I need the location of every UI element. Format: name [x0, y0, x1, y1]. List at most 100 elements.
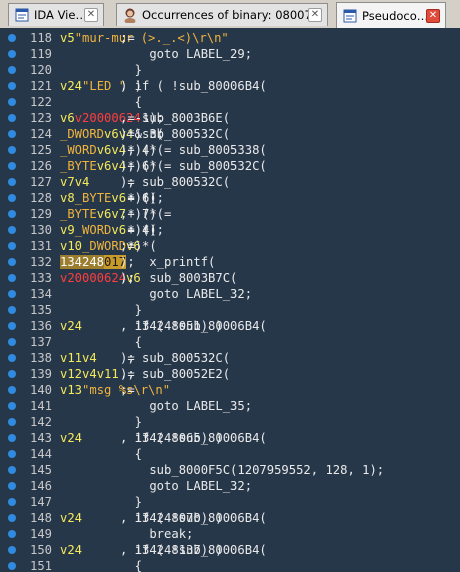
- breakpoint-dot-icon[interactable]: [8, 242, 16, 250]
- code-line[interactable]: 134 goto LABEL_32;: [0, 286, 460, 302]
- breakpoint-dot-icon[interactable]: [8, 130, 16, 138]
- breakpoint-dot-icon[interactable]: [8, 402, 16, 410]
- code-text: *(_BYTE *)(v6 + 7) = v7;: [60, 206, 171, 222]
- code-line[interactable]: 150 if ( !sub_80006B4(v24, 134248137) ): [0, 542, 460, 558]
- code-token: ) ): [120, 79, 143, 93]
- code-line[interactable]: 144 {: [0, 446, 460, 462]
- breakpoint-dot-icon[interactable]: [8, 514, 16, 522]
- breakpoint-dot-icon[interactable]: [8, 562, 16, 570]
- code-token: , -1);: [120, 111, 165, 125]
- code-line[interactable]: 127 v7 = sub_800532C(v4);: [0, 174, 460, 190]
- breakpoint-dot-icon[interactable]: [8, 66, 16, 74]
- tab-occurrences[interactable]: Occurrences of binary: 08007… ✕: [116, 3, 328, 26]
- code-token: v10: [60, 239, 83, 253]
- code-line[interactable]: 136 if ( !sub_80006B4(v24, 134248051) ): [0, 318, 460, 334]
- code-line[interactable]: 147 }: [0, 494, 460, 510]
- breakpoint-dot-icon[interactable]: [8, 546, 16, 554]
- code-token: v24: [60, 511, 83, 525]
- tab-ida-view[interactable]: IDA Vie… ✕: [8, 3, 104, 26]
- line-number: 144: [29, 447, 52, 461]
- code-line[interactable]: 131 v10 = *(_DWORD *) v6;: [0, 238, 460, 254]
- breakpoint-dot-icon[interactable]: [8, 498, 16, 506]
- breakpoint-dot-icon[interactable]: [8, 386, 16, 394]
- code-line[interactable]: 149 break;: [0, 526, 460, 542]
- code-token: goto LABEL_35;: [120, 399, 253, 413]
- breakpoint-dot-icon[interactable]: [8, 482, 16, 490]
- code-line[interactable]: 151 {: [0, 558, 460, 572]
- close-icon[interactable]: ✕: [308, 8, 322, 22]
- code-token: );: [120, 271, 135, 285]
- code-line[interactable]: 128 v8 = *(_BYTE *)(v6 + 6);: [0, 190, 460, 206]
- code-token: , 134248051) ): [120, 319, 223, 333]
- code-token: goto LABEL_29;: [120, 47, 253, 61]
- breakpoint-dot-icon[interactable]: [8, 146, 16, 154]
- code-token: "mur-mur (>._.<)\r\n": [74, 31, 229, 45]
- breakpoint-dot-icon[interactable]: [8, 434, 16, 442]
- breakpoint-dot-icon[interactable]: [8, 322, 16, 330]
- breakpoint-dot-icon[interactable]: [8, 178, 16, 186]
- breakpoint-dot-icon[interactable]: [8, 258, 16, 266]
- breakpoint-dot-icon[interactable]: [8, 530, 16, 538]
- code-token: _DWORD: [60, 127, 105, 141]
- code-token: , 134248070) ): [120, 511, 223, 525]
- code-line[interactable]: 120 }: [0, 62, 460, 78]
- pseudocode-view[interactable]: 118 v5 = "mur-mur (>._.<)\r\n"; 119 goto …: [0, 28, 460, 572]
- code-line[interactable]: 148 if ( !sub_80006B4(v24, 134248070) ): [0, 510, 460, 526]
- line-number: 145: [29, 463, 52, 477]
- close-icon[interactable]: ✕: [84, 8, 98, 22]
- code-line[interactable]: 142 }: [0, 414, 460, 430]
- tab-pseudocode[interactable]: Pseudoco… ✕: [336, 2, 446, 28]
- breakpoint-dot-icon[interactable]: [8, 50, 16, 58]
- breakpoint-dot-icon[interactable]: [8, 290, 16, 298]
- code-line[interactable]: 141 goto LABEL_35;: [0, 398, 460, 414]
- code-line[interactable]: 139 v12 = sub_80052E2(v4, v11);: [0, 366, 460, 382]
- code-line[interactable]: 118 v5 = "mur-mur (>._.<)\r\n";: [0, 30, 460, 46]
- code-token: v6: [96, 159, 112, 173]
- code-line[interactable]: 146 goto LABEL_32;: [0, 478, 460, 494]
- line-number: 120: [29, 63, 52, 77]
- code-token: v13: [60, 383, 83, 397]
- code-token: );: [120, 255, 135, 269]
- code-line[interactable]: 122 {: [0, 94, 460, 110]
- code-token: v6: [96, 207, 112, 221]
- breakpoint-dot-icon[interactable]: [8, 162, 16, 170]
- line-number: 150: [29, 543, 52, 557]
- code-token: ;: [120, 383, 128, 397]
- breakpoint-dot-icon[interactable]: [8, 114, 16, 122]
- breakpoint-dot-icon[interactable]: [8, 338, 16, 346]
- code-line[interactable]: 129 *(_BYTE *)(v6 + 7) = v7;: [0, 206, 460, 222]
- breakpoint-dot-icon[interactable]: [8, 370, 16, 378]
- tab-occurrences-label: Occurrences of binary: 08007…: [142, 8, 308, 22]
- breakpoint-dot-icon[interactable]: [8, 226, 16, 234]
- code-line[interactable]: 121 if ( !sub_80006B4(v24, "LED ") ): [0, 78, 460, 94]
- breakpoint-dot-icon[interactable]: [8, 450, 16, 458]
- code-line[interactable]: 119 goto LABEL_29;: [0, 46, 460, 62]
- breakpoint-dot-icon[interactable]: [8, 34, 16, 42]
- code-token: _BYTE: [60, 207, 97, 221]
- code-line[interactable]: 138 v11 = sub_800532C(v4);: [0, 350, 460, 366]
- close-icon[interactable]: ✕: [426, 8, 440, 23]
- breakpoint-dot-icon[interactable]: [8, 82, 16, 90]
- breakpoint-dot-icon[interactable]: [8, 98, 16, 106]
- code-line[interactable]: 124 *(_DWORD *) v6 = sub_800532C(v4) & 3;: [0, 126, 460, 142]
- code-line[interactable]: 140 v13 = "msg %s\r\n";: [0, 382, 460, 398]
- breakpoint-dot-icon[interactable]: [8, 306, 16, 314]
- code-line[interactable]: 130 v9 = *(_WORD *)(v6 + 4);: [0, 222, 460, 238]
- line-number: 132: [29, 255, 52, 269]
- breakpoint-dot-icon[interactable]: [8, 466, 16, 474]
- line-number: 118: [29, 31, 52, 45]
- breakpoint-dot-icon[interactable]: [8, 354, 16, 362]
- breakpoint-dot-icon[interactable]: [8, 194, 16, 202]
- code-line[interactable]: 145 sub_8000F5C(1207959552, 128, 1);: [0, 462, 460, 478]
- code-line[interactable]: 126 *(_BYTE *)(v6 + 6) = sub_800532C(v4)…: [0, 158, 460, 174]
- breakpoint-dot-icon[interactable]: [8, 274, 16, 282]
- code-line[interactable]: 132 x_printf(134248017);: [0, 254, 460, 270]
- code-line[interactable]: 133 sub_8003B7C(v20000624, v6);: [0, 270, 460, 286]
- code-line[interactable]: 125 *(_WORD *)(v6 + 4) = sub_8005338(v4)…: [0, 142, 460, 158]
- code-line[interactable]: 135 }: [0, 302, 460, 318]
- breakpoint-dot-icon[interactable]: [8, 418, 16, 426]
- code-line[interactable]: 137 {: [0, 334, 460, 350]
- code-line[interactable]: 123 v6 = sub_8003B6E(v20000624, -1);: [0, 110, 460, 126]
- code-line[interactable]: 143 if ( !sub_80006B4(v24, 134248065) ): [0, 430, 460, 446]
- breakpoint-dot-icon[interactable]: [8, 210, 16, 218]
